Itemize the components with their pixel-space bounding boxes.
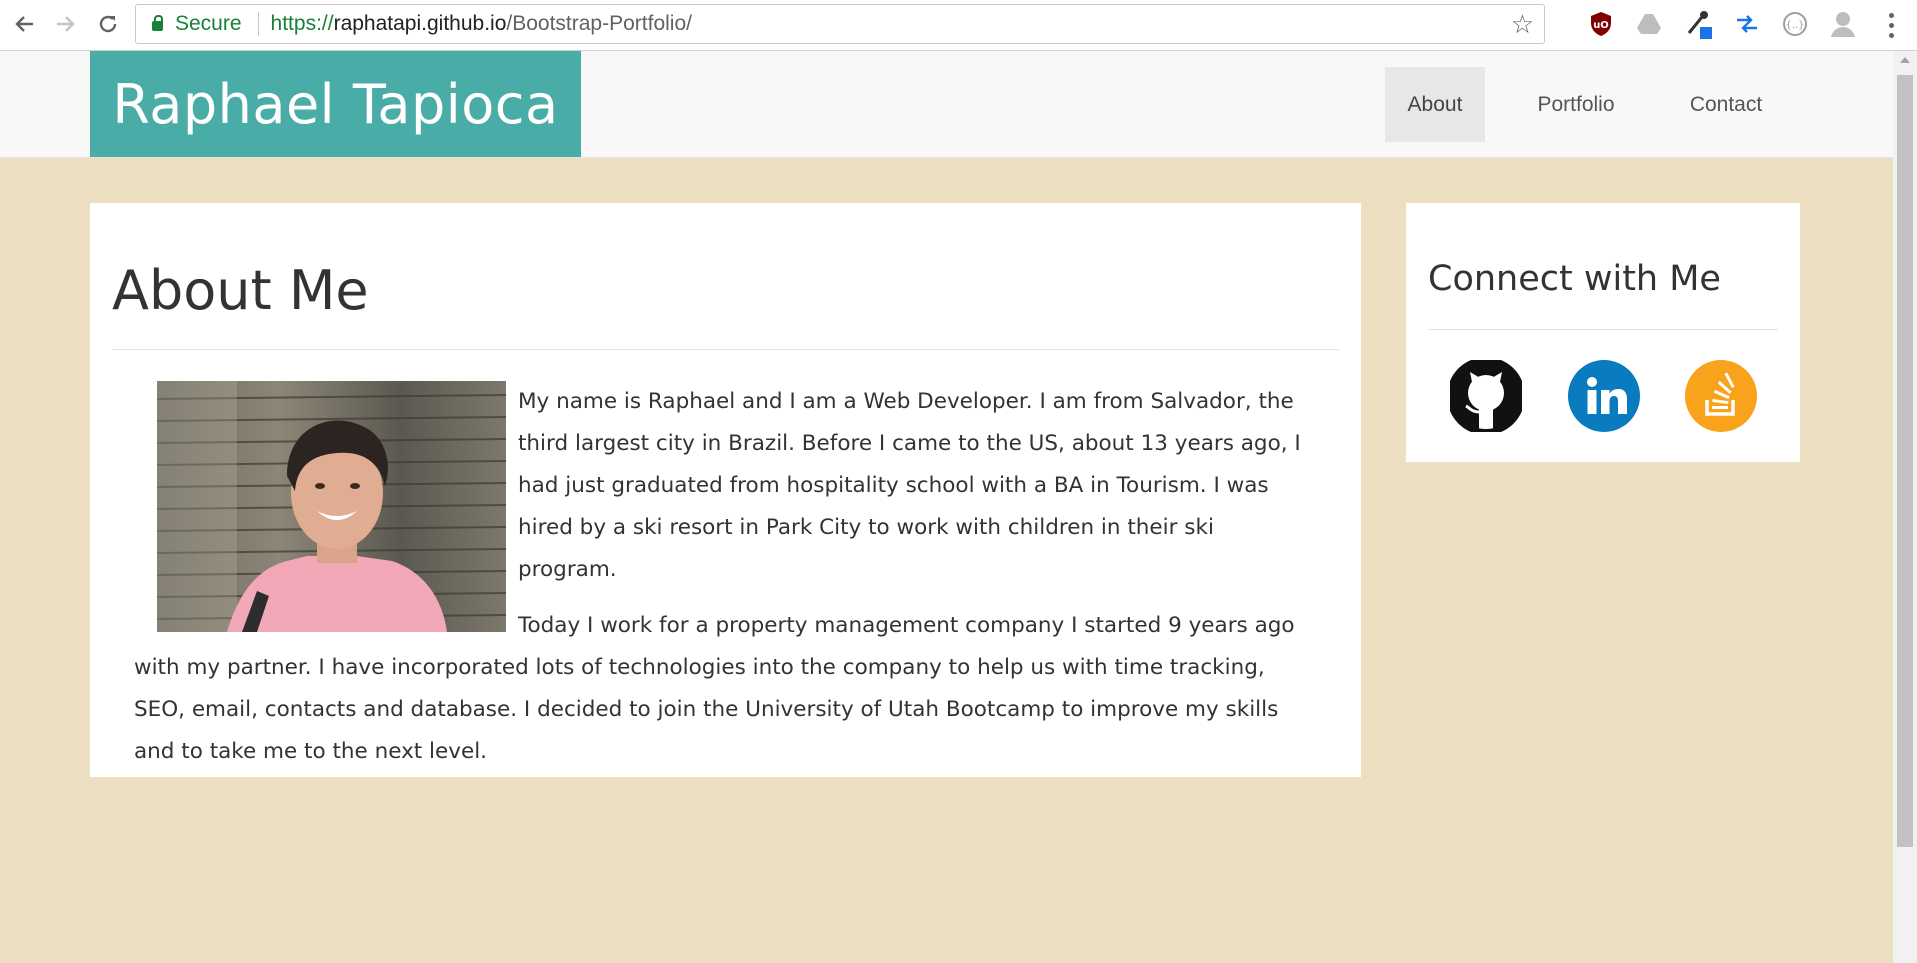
secure-label: Secure xyxy=(175,12,242,35)
site-navbar: Raphael Tapioca About Portfolio Contact xyxy=(0,51,1893,158)
github-icon[interactable] xyxy=(1447,357,1525,435)
connect-divider xyxy=(1428,329,1778,330)
linkedin-icon[interactable] xyxy=(1568,360,1640,432)
bookmark-star-icon[interactable]: ☆ xyxy=(1511,9,1534,40)
arrows-extension-icon[interactable] xyxy=(1733,10,1761,38)
about-divider xyxy=(112,349,1339,350)
ublock-icon[interactable]: uO xyxy=(1587,10,1615,38)
stackoverflow-icon[interactable] xyxy=(1685,360,1757,432)
profile-icon[interactable] xyxy=(1829,10,1857,38)
nav-contact[interactable]: Contact xyxy=(1668,67,1784,142)
drive-icon[interactable] xyxy=(1635,10,1663,38)
url-scheme: https:// xyxy=(270,12,334,35)
forward-icon[interactable] xyxy=(50,8,82,40)
scroll-thumb[interactable] xyxy=(1897,75,1913,847)
nav-about[interactable]: About xyxy=(1385,67,1485,142)
browser-menu-icon[interactable] xyxy=(1885,10,1897,40)
nav-portfolio[interactable]: Portfolio xyxy=(1518,67,1634,142)
profile-photo xyxy=(157,381,506,632)
browser-toolbar: Secure https://raphatapi.github.io/Boots… xyxy=(0,0,1917,51)
connect-card: Connect with Me xyxy=(1406,203,1800,462)
about-card: About Me My name is Raphael and I am a W… xyxy=(90,203,1361,777)
scroll-up-icon[interactable] xyxy=(1900,57,1910,63)
lock-icon xyxy=(152,15,163,31)
eyedropper-icon[interactable] xyxy=(1684,10,1712,39)
connect-title: Connect with Me xyxy=(1428,259,1721,299)
address-bar[interactable]: Secure https://raphatapi.github.io/Boots… xyxy=(135,4,1545,44)
page-scrollbar[interactable] xyxy=(1893,51,1917,963)
json-viewer-icon[interactable]: {..} xyxy=(1781,10,1809,38)
back-icon[interactable] xyxy=(8,8,40,40)
url-host: raphatapi.github.io xyxy=(333,12,507,35)
brand-logo[interactable]: Raphael Tapioca xyxy=(90,51,581,157)
omnibox-divider xyxy=(257,12,259,36)
svg-text:uO: uO xyxy=(1593,20,1609,31)
url-path: /Bootstrap-Portfolio/ xyxy=(506,12,692,35)
about-title: About Me xyxy=(112,259,369,322)
svg-text:{..}: {..} xyxy=(1785,20,1804,31)
url-text[interactable]: https://raphatapi.github.io/Bootstrap-Po… xyxy=(271,12,692,36)
reload-icon[interactable] xyxy=(92,8,124,40)
